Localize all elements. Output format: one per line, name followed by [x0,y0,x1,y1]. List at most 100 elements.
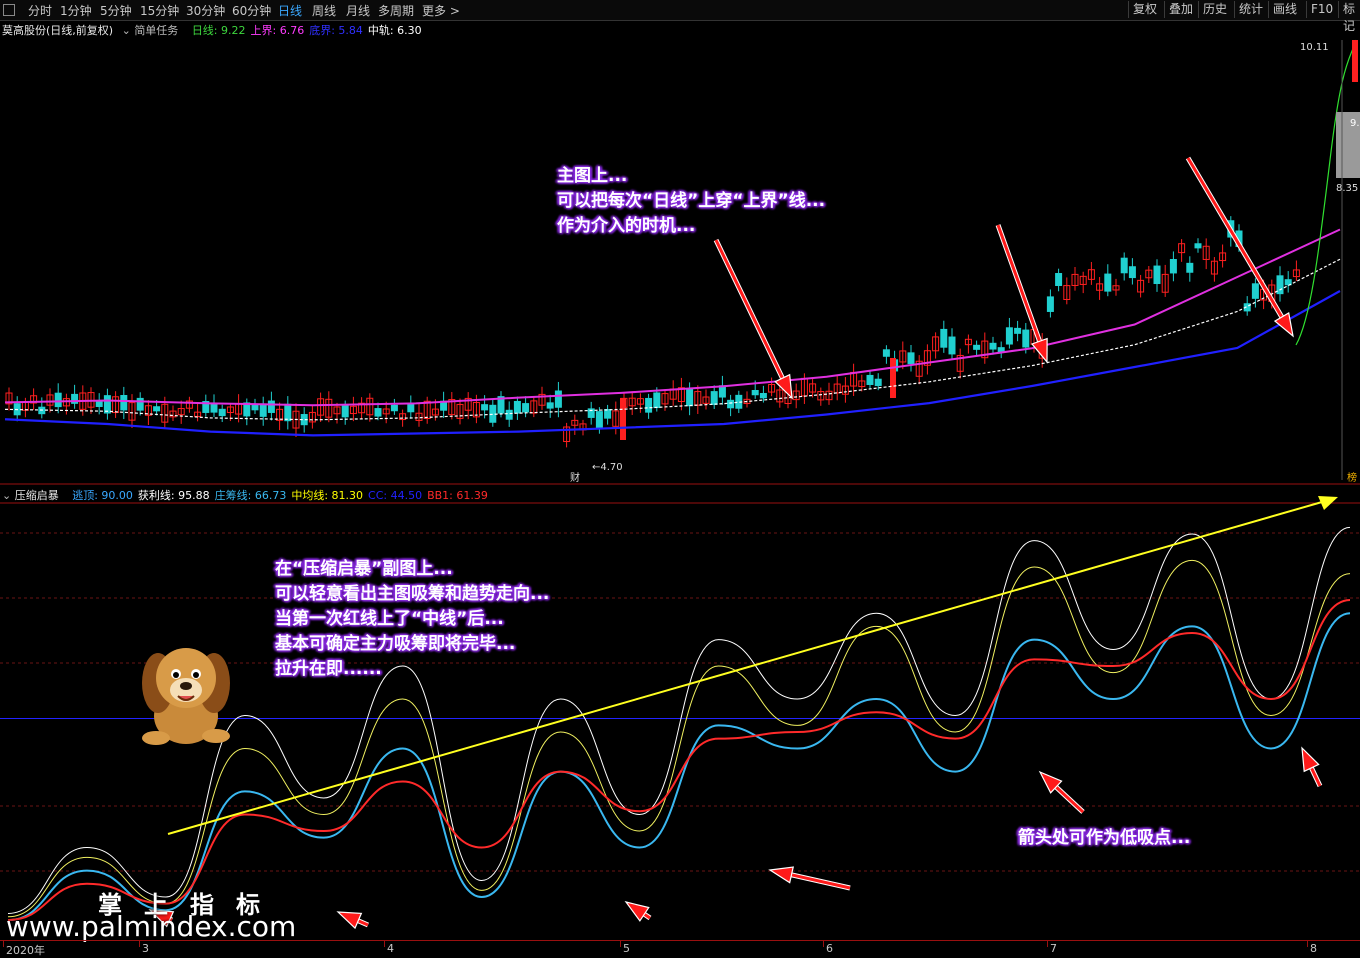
template-selector[interactable]: ⌄ 简单任务 [122,24,184,37]
candle-body [595,411,603,430]
candle-body [267,400,275,413]
candle-body [645,397,653,413]
buy-arrow [336,911,363,930]
entry-arrow [996,224,1042,342]
buy-arrow [357,919,369,927]
date-tick-label: 4 [387,942,394,955]
sub-legend: ⌄ 压缩启暴 逃顶: 90.00 获利线: 95.88 庄筹线: 66.73 中均线:… [2,487,493,503]
candle-body [710,391,718,405]
date-tick-label: 8 [1310,942,1317,955]
candle-body [54,392,62,408]
date-tick [823,941,824,947]
indicator-name: 压缩启暴 [14,489,59,502]
candle-body [1055,273,1063,286]
candle-body [866,374,874,385]
sub-callout-line: 当第一次红线上了“中线”后... [275,609,504,629]
candle-body [513,400,521,414]
candle-body [686,388,694,407]
candle-body [1194,243,1202,249]
candle-body [259,403,267,417]
candle-body [1128,266,1136,279]
buy-arrow [768,866,794,884]
main-callout-line: 作为介入的时机... [557,216,696,236]
candle-body [153,406,161,412]
candle-body [210,402,218,413]
sub-legend-item: 中均线: 81.30 [291,489,364,502]
upper-band-line [4,228,1341,407]
candle-body [554,390,562,408]
sub-legend-item: 获利线: 95.88 [137,489,210,502]
date-tick [384,941,385,947]
candle-body [1120,257,1128,274]
sub-callout-line: 基本可确定主力吸筹即将完毕... [275,634,516,654]
buy-arrow [1301,746,1320,773]
date-axis: 2020年 3 4 5 6 7 8 [0,940,1360,958]
candle-body [759,392,767,399]
candle-body [1014,327,1022,334]
main-callout-line: 可以把每次“日线”上穿“上界”线... [557,191,826,211]
sub-callout-line: 在“压缩启暴”副图上... [275,559,453,579]
candle-body [103,395,111,414]
candle-body [751,389,759,396]
buy-arrow [1310,767,1322,787]
main-legend: 莫高股份(日线,前复权) ⌄ 简单任务 日线: 9.22 上界: 6.76 底界: … [2,22,427,38]
sub-legend-item: BB1: 61.39 [427,489,488,502]
candle-body [1005,327,1013,345]
candle-body [948,336,956,355]
candle-body [136,397,144,411]
main-legend-item: 底界: 5.84 [309,24,363,37]
main-legend-item: 上界: 6.76 [250,24,305,37]
sub-legend-item: CC: 44.50 [368,489,423,502]
date-tick-label: 2020年 [6,944,45,957]
candle-body [727,399,735,409]
sub-legend-item: 庄筹线: 66.73 [214,489,287,502]
date-tick [1047,941,1048,947]
entry-arrow [714,239,784,379]
candle-body [95,400,103,407]
candle-body [284,403,292,422]
right-candle [1352,40,1358,82]
candle-body [1186,262,1194,273]
main-legend-item: 中轨: 6.30 [367,24,422,37]
candle-body [874,378,882,387]
middle-band-line [4,258,1341,421]
candle-body [1104,273,1112,292]
candle-body [374,408,382,417]
arrow-callout: 箭头处可作为低吸点... [1018,826,1190,851]
date-tick-label: 5 [623,942,630,955]
date-tick [620,941,621,947]
stock-title: 莫高股份(日线,前复权) [2,24,114,37]
buy-arrow [1055,785,1085,814]
candle-body [481,404,489,411]
price-right-label: 8.35 [1336,183,1358,194]
candle-body [390,404,398,412]
stock-chart: 10.11 9. 8.35 ←4.70 财 榜 [0,39,1360,930]
buy-arrow [791,873,851,890]
big-candle [890,358,896,398]
candle-body [989,342,997,350]
candle-body [907,352,915,365]
candle-body [1169,259,1177,274]
candle-body [997,347,1005,353]
indicator-selector[interactable]: ⌄ 压缩启暴 [2,489,64,502]
candle-body [522,403,530,413]
main-legend-item: 日线: 9.22 [191,24,246,37]
finance-mark: 财 [570,471,580,484]
candle-body [1251,283,1259,299]
candle-body [218,408,226,417]
candle-body [505,409,513,420]
price-mid-label: 9. [1350,118,1360,129]
main-callout-line: 主图上... [557,166,628,186]
entry-arrow [774,373,793,400]
buy-arrow [624,901,650,922]
date-tick-label: 7 [1050,942,1057,955]
candle-body [546,402,554,409]
candle-body [1153,265,1161,285]
date-tick [1307,941,1308,947]
sub-callout-line: 拉升在即...... [275,659,382,679]
template-label: 简单任务 [134,24,179,37]
date-tick [3,941,4,947]
candle-body [341,405,349,418]
candle-body [940,328,948,348]
arrow-callout-line: 箭头处可作为低吸点... [1018,828,1191,848]
